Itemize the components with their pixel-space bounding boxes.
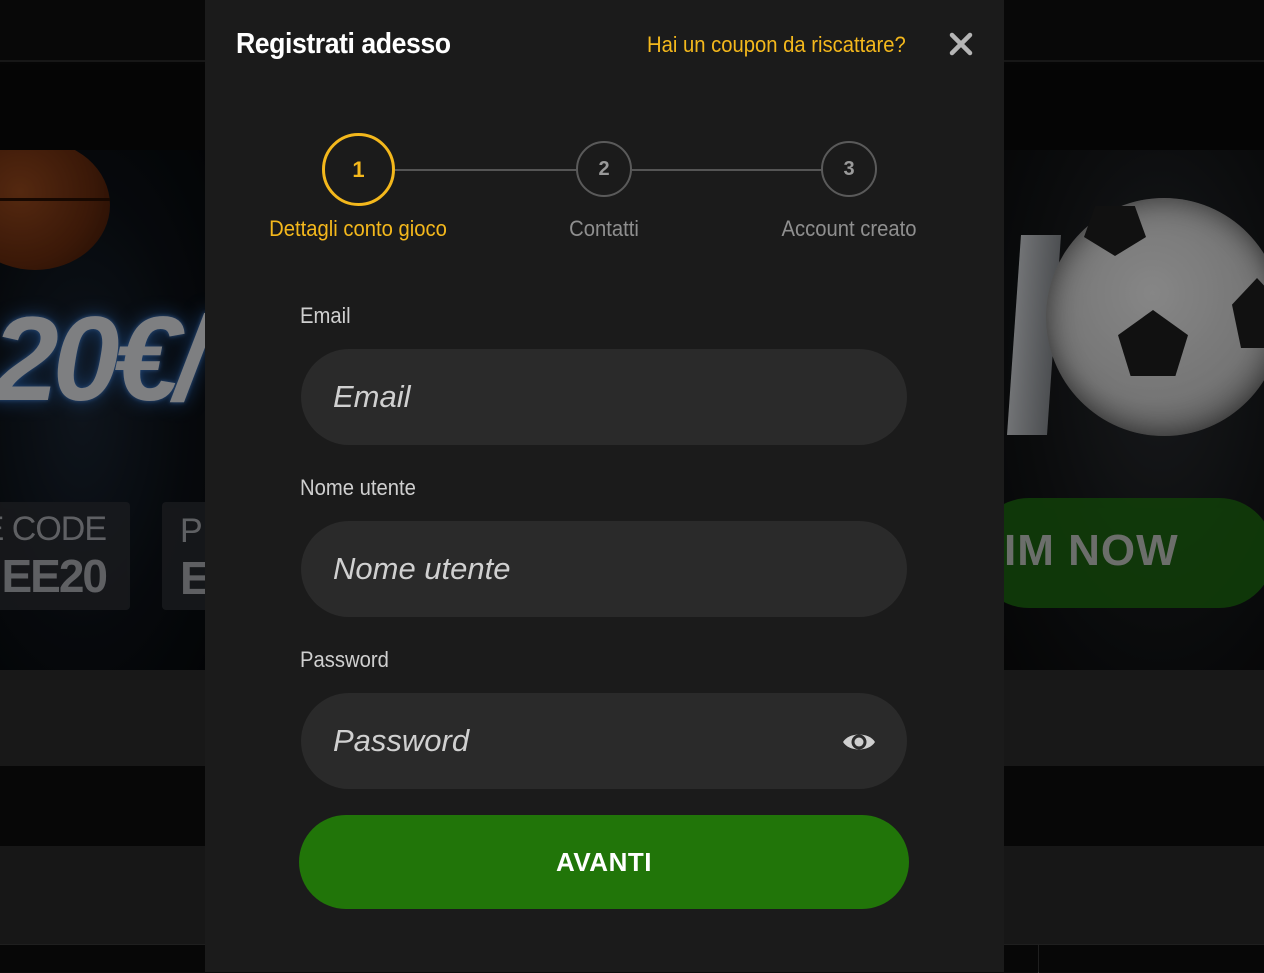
step-3-label: Account creato	[781, 216, 917, 241]
email-field[interactable]	[301, 349, 907, 445]
password-label: Password	[300, 647, 389, 672]
modal-title: Registrati adesso	[236, 28, 451, 60]
avanti-button[interactable]: AVANTI	[299, 815, 909, 909]
stepper-connector	[395, 169, 577, 171]
username-label: Nome utente	[300, 475, 416, 500]
step-3-indicator: 3	[821, 141, 877, 197]
email-label: Email	[300, 303, 351, 328]
username-field[interactable]	[301, 521, 907, 617]
step-2-label: Contatti	[569, 216, 639, 241]
step-2-indicator: 2	[576, 141, 632, 197]
show-password-toggle[interactable]	[841, 724, 877, 760]
password-field[interactable]	[301, 693, 907, 789]
close-button[interactable]	[945, 28, 977, 60]
coupon-link[interactable]: Hai un coupon da riscattare?	[647, 32, 906, 58]
stepper-connector	[632, 169, 822, 171]
close-icon	[949, 32, 973, 56]
eye-icon	[843, 734, 875, 750]
step-1-label: Dettagli conto gioco	[269, 216, 447, 241]
registration-modal: Registrati adesso Hai un coupon da risca…	[205, 0, 1004, 972]
step-1-indicator: 1	[322, 133, 395, 206]
